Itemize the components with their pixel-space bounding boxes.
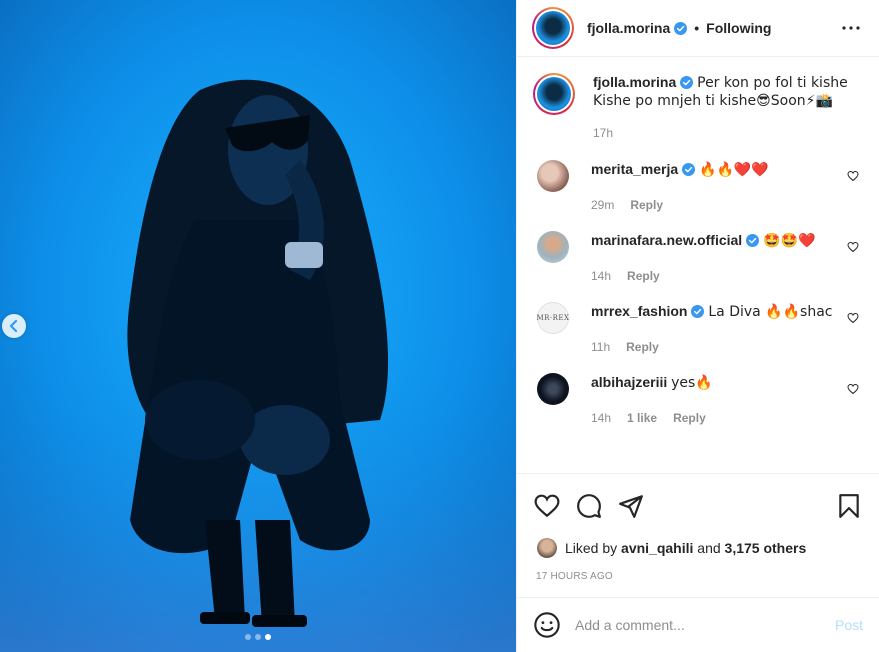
reply-button[interactable]: Reply [626,338,659,356]
comment-bubble-icon [577,494,601,518]
caption-author-username[interactable]: fjolla.morina [593,74,676,90]
slide-dot [255,634,261,640]
comment-button[interactable] [575,492,603,520]
comment-text: La Diva 🔥🔥shac [708,304,833,320]
comment-item: albihajzeriii yes🔥 14h 1 like Reply [533,373,863,427]
commenter-avatar[interactable] [537,373,569,405]
post-timestamp[interactable]: 17 HOURS AGO [533,571,863,582]
comment-text: 🔥🔥❤️❤️ [699,162,769,178]
commenter-username[interactable]: mrrex_fashion [591,303,687,319]
chevron-left-icon [9,320,18,332]
comment-time[interactable]: 14h [591,409,611,427]
comments-list[interactable]: fjolla.morina Per kon po fol ti kishe Ki… [517,57,879,473]
liker-avatar[interactable] [537,538,557,558]
comment-text: 🤩🤩❤️ [763,233,816,249]
commenter-username[interactable]: marinafara.new.official [591,232,742,248]
comment-like-heart-icon[interactable] [847,312,859,324]
more-options-button[interactable] [839,16,863,40]
comment-like-heart-icon[interactable] [847,383,859,395]
comment-text: yes🔥 [671,375,713,391]
verified-badge-icon [674,21,688,35]
caption-time: 17h [593,126,614,140]
liker-username[interactable]: avni_qahili [621,540,693,556]
comment-likes-count[interactable]: 1 like [627,409,657,427]
post-actions: Liked by avni_qahili and 3,175 others 17… [517,473,879,582]
reply-button[interactable]: Reply [673,409,706,427]
post-photo[interactable] [0,0,516,652]
post-comment-button[interactable]: Post [835,617,863,633]
comment-time[interactable]: 11h [591,338,610,356]
paper-plane-icon [619,495,643,518]
action-icons-row [533,490,863,522]
caption-text-line1: Per kon po fol ti kishe [697,75,848,91]
verified-badge-icon [680,76,694,89]
post-header: fjolla.morina • Following [517,0,879,57]
like-button[interactable] [533,492,561,520]
share-button[interactable] [617,492,645,520]
comment-item: merita_merja 🔥🔥❤️❤️ 29m Reply [533,160,863,214]
bookmark-icon [839,494,859,518]
comment-time[interactable]: 29m [591,196,614,214]
verified-badge-icon [691,305,705,318]
verified-badge-icon [746,234,760,247]
comment-item: marinafara.new.official 🤩🤩❤️ 14h Reply [533,231,863,285]
comment-time[interactable]: 14h [591,267,611,285]
comment-item: MR·REX mrrex_fashion La Diva 🔥🔥shac 11h … [533,302,863,356]
post-caption: fjolla.morina Per kon po fol ti kishe Ki… [533,73,863,142]
likes-summary: Liked by avni_qahili and 3,175 others [533,538,863,558]
author-username[interactable]: fjolla.morina [587,20,670,36]
slide-indicator [245,634,271,640]
slide-dot-active [265,634,271,640]
commenter-avatar[interactable] [537,160,569,192]
following-button[interactable]: Following [706,20,771,36]
likes-others-link[interactable]: 3,175 others [725,540,807,556]
post-viewer: fjolla.morina • Following fjolla.morina … [0,0,879,652]
comment-like-heart-icon[interactable] [847,170,859,182]
save-button[interactable] [835,492,863,520]
comment-composer: Post [517,597,879,652]
reply-button[interactable]: Reply [630,196,663,214]
reply-button[interactable]: Reply [627,267,660,285]
commenter-username[interactable]: albihajzeriii [591,374,667,390]
slide-dot [245,634,251,640]
verified-badge-icon [682,163,696,176]
likes-prefix: Liked by [565,540,618,556]
author-avatar[interactable] [532,7,574,49]
heart-icon [534,494,560,518]
smiley-icon[interactable] [533,611,561,639]
comment-like-heart-icon[interactable] [847,241,859,253]
post-side-panel: fjolla.morina • Following fjolla.morina … [516,0,879,652]
comment-input[interactable] [575,617,835,633]
likes-joiner: and [697,540,721,556]
commenter-avatar[interactable] [537,231,569,263]
caption-text-line2: Kishe po mnjeh ti kishe😎Soon⚡📸 [593,93,833,109]
caption-author-avatar[interactable] [533,73,575,115]
commenter-username[interactable]: merita_merja [591,161,678,177]
more-horizontal-icon [842,26,860,30]
photo-figure-illustration [0,0,516,652]
previous-slide-button[interactable] [2,314,26,338]
follow-separator: • [694,20,700,36]
author-name-area: fjolla.morina • Following [587,20,839,36]
commenter-avatar[interactable]: MR·REX [536,302,569,334]
